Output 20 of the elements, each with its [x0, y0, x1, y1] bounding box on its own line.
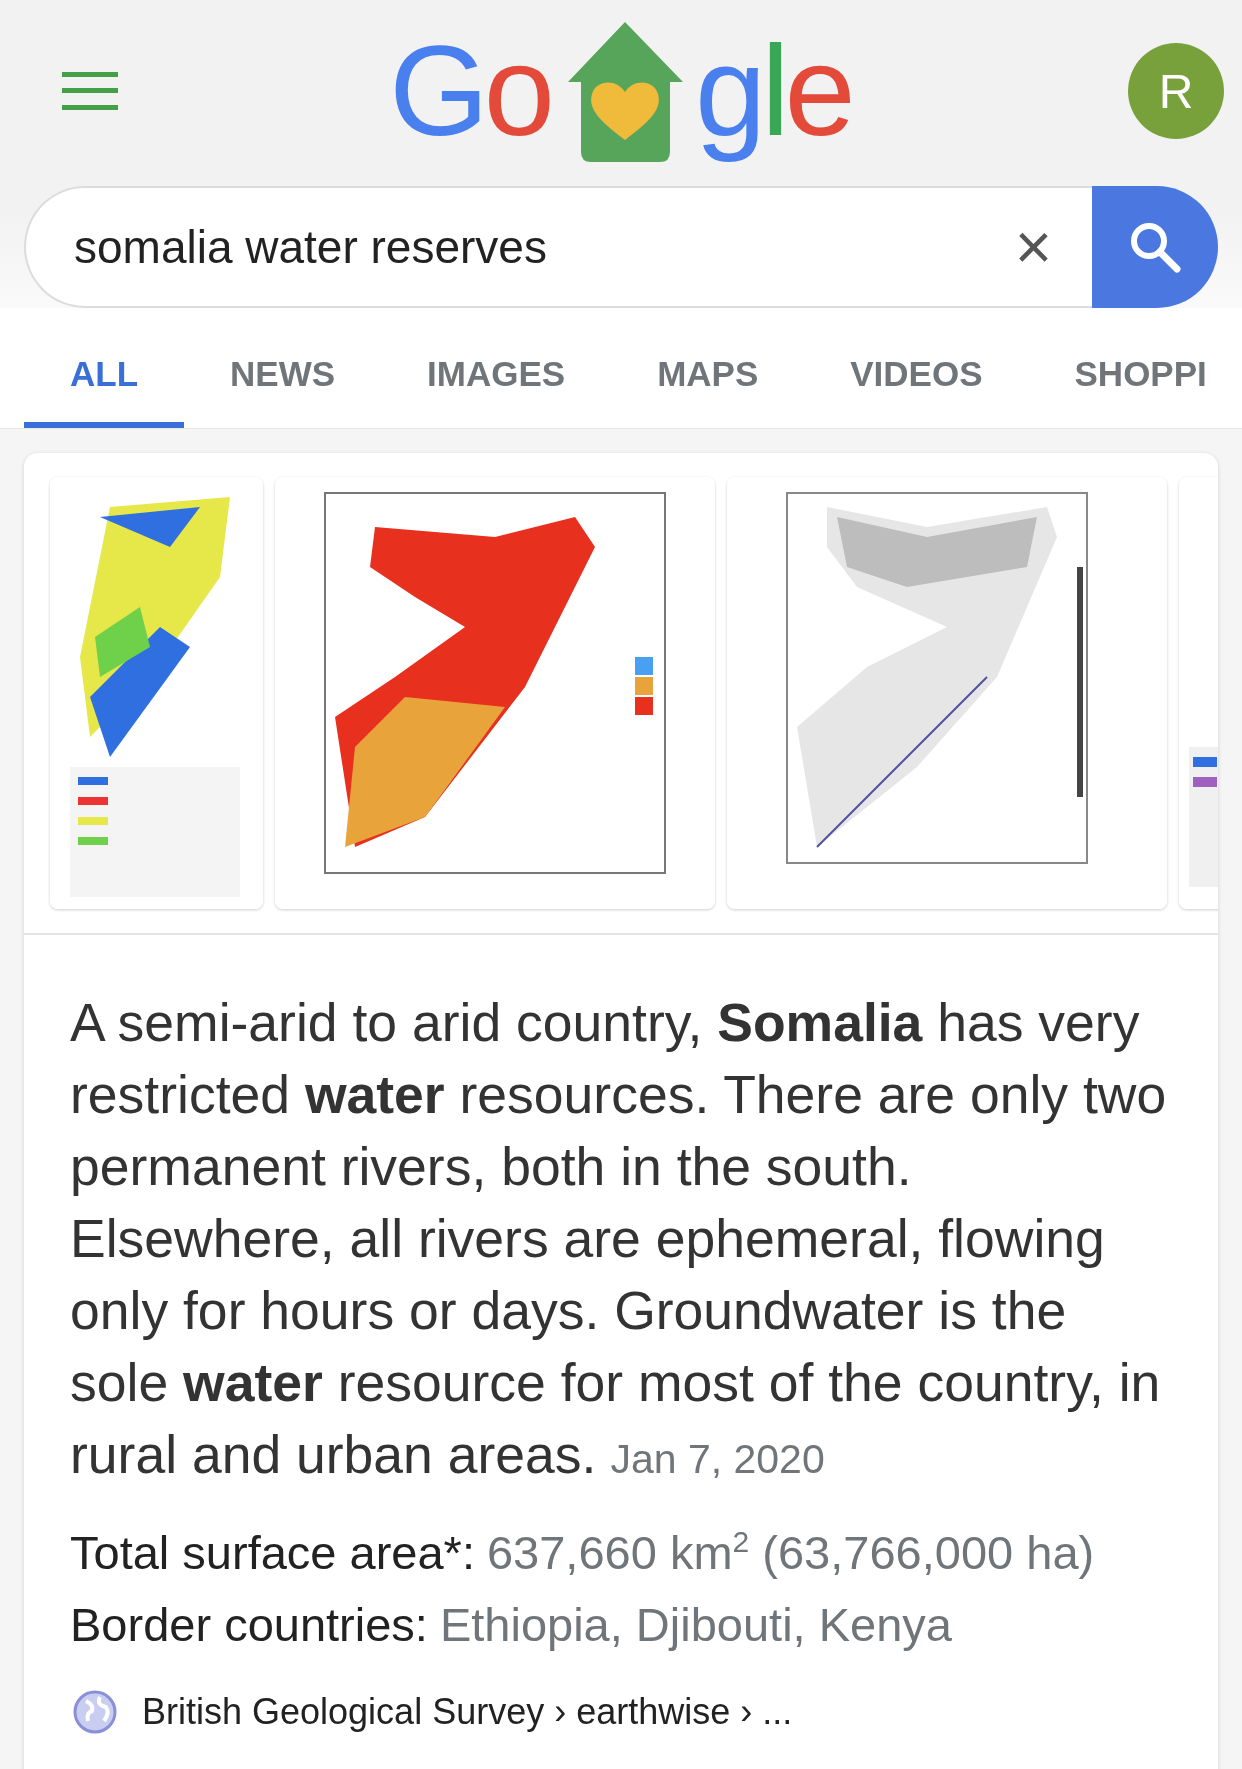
search-field[interactable]: somalia water reserves × — [24, 186, 1092, 308]
tab[interactable]: NEWS — [184, 324, 382, 428]
tab[interactable]: VIDEOS — [804, 324, 1029, 428]
logo-text: gle — [694, 18, 852, 164]
fact-value: 637,660 km$^{2}$ (63,766,000 ha) — [486, 1524, 1095, 1581]
tab[interactable]: SHOPPI — [1028, 324, 1207, 428]
clear-button[interactable]: × — [1014, 215, 1052, 279]
fact-label: Border countries: — [70, 1597, 428, 1653]
menu-icon[interactable] — [62, 72, 118, 110]
tab[interactable]: MAPS — [611, 324, 805, 428]
source-link[interactable]: British Geological Survey › earthwise › ... — [142, 1691, 793, 1733]
date: Jan 7, 2020 — [610, 1436, 825, 1482]
fact-label: Total surface area*: — [70, 1525, 475, 1581]
fact-value: Ethiopia, Djibouti, Kenya — [439, 1597, 952, 1653]
tab[interactable]: IMAGES — [381, 324, 612, 428]
search-button[interactable] — [1092, 186, 1218, 308]
avatar[interactable]: R — [1128, 43, 1224, 139]
logo-text: Go — [389, 18, 551, 164]
snippet-text: A semi-arid to arid country, Somalia has very restricted water resources. There are only two permanent rivers, both in the south. Elsewhere, all rivers are ephemeral, flowing only for hours or days. Groundwater is the sole water resource for most of the country, in rural and urban areas. Jan 7, 2020 — [70, 992, 1168, 1486]
globe-icon — [72, 1689, 118, 1735]
